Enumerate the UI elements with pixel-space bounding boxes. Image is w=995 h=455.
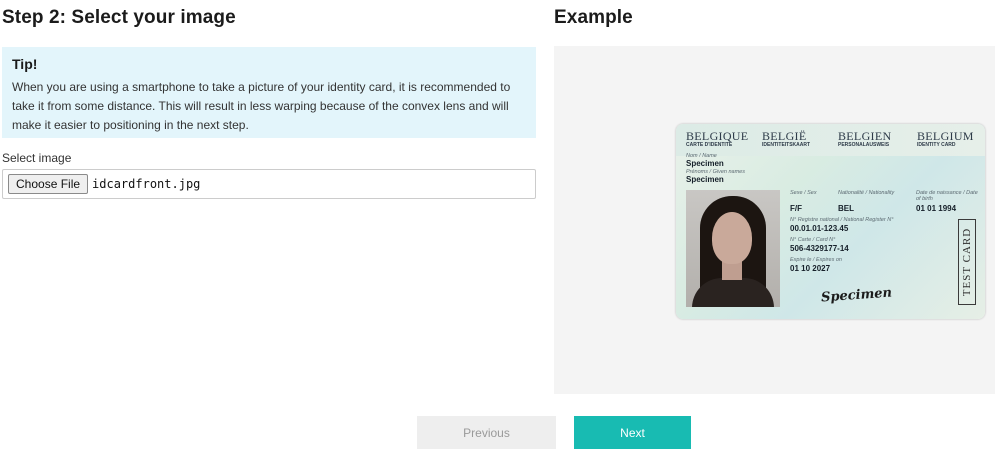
card-given-value: Specimen — [686, 175, 724, 184]
card-subtitle-fr: CARTE D'IDENTITE — [686, 142, 733, 148]
card-subtitle-nl: IDENTITEITSKAART — [762, 142, 811, 148]
card-number-label: N° Carte / Card N° — [790, 237, 836, 243]
step-title: Step 2: Select your image — [2, 7, 236, 28]
tip-body: When you are using a smartphone to take … — [12, 80, 511, 132]
card-dob-value: 01 01 1994 — [916, 204, 957, 213]
file-input[interactable]: Choose File idcardfront.jpg — [2, 169, 536, 199]
example-title: Example — [554, 7, 633, 28]
card-photo — [686, 190, 780, 307]
card-name-value: Specimen — [686, 159, 724, 168]
card-subtitle-en: IDENTITY CARD — [917, 142, 956, 148]
card-dob-label: Date de naissance / Date of birth — [916, 190, 978, 202]
card-subtitle-de: PERSONALAUSWEIS — [838, 142, 890, 148]
card-register-value: 00.01.01-123.45 — [790, 224, 849, 233]
test-card-text: TEST CARD — [961, 227, 974, 297]
card-sex-value: F/F — [790, 204, 802, 213]
previous-button[interactable]: Previous — [417, 416, 556, 449]
select-image-label: Select image — [2, 151, 72, 165]
test-card-stamp: TEST CARD — [958, 219, 976, 305]
tip-title: Tip! — [12, 56, 38, 72]
card-nationality-label: Nationalité / Nationality — [838, 190, 895, 196]
card-expiry-value: 01 10 2027 — [790, 264, 831, 273]
tip-box: Tip! When you are using a smartphone to … — [2, 47, 536, 138]
card-register-label: N° Registre national / National Register… — [790, 217, 894, 223]
example-panel: BELGIQUE BELGIË BELGIEN BELGIUM CARTE D'… — [554, 46, 995, 394]
example-id-card-image: BELGIQUE BELGIË BELGIEN BELGIUM CARTE D'… — [676, 124, 985, 319]
next-button[interactable]: Next — [574, 416, 691, 449]
card-signature: Specimen — [820, 285, 893, 306]
card-number-value: 506-4329177-14 — [790, 244, 849, 253]
card-expiry-label: Expire le / Expires on — [790, 257, 842, 263]
card-nationality-value: BEL — [838, 204, 854, 213]
selected-file-name: idcardfront.jpg — [92, 177, 201, 191]
card-sex-label: Sexe / Sex — [790, 190, 817, 196]
choose-file-button[interactable]: Choose File — [8, 174, 89, 194]
